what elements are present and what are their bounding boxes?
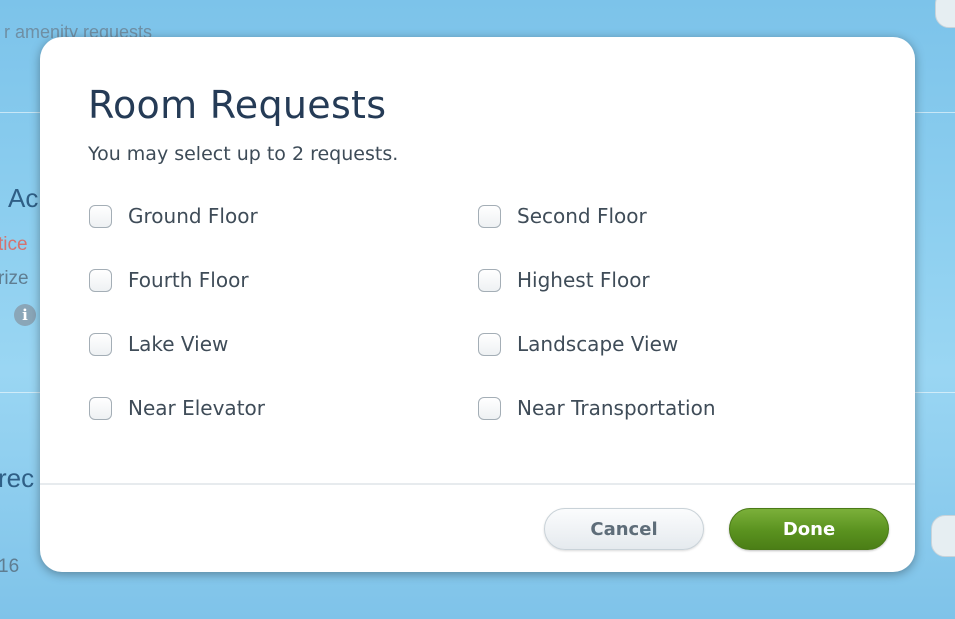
background-button	[931, 515, 955, 557]
option-label: Near Elevator	[128, 396, 265, 420]
background-number: 16	[0, 556, 20, 577]
checkbox[interactable]	[478, 268, 501, 292]
option-label: Fourth Floor	[128, 268, 249, 292]
dialog-subtitle: You may select up to 2 requests.	[88, 143, 399, 165]
cancel-button[interactable]: Cancel	[544, 508, 704, 550]
checkbox[interactable]	[478, 332, 501, 356]
option-landscape-view[interactable]: Landscape View	[478, 332, 678, 356]
checkbox[interactable]	[89, 332, 112, 356]
background-dot: .	[0, 300, 1, 322]
info-icon: i	[14, 304, 36, 326]
option-label: Lake View	[128, 332, 229, 356]
option-near-transportation[interactable]: Near Transportation	[478, 396, 716, 420]
background-section-title-2: rec	[0, 463, 35, 493]
footer-divider	[40, 483, 915, 485]
checkbox[interactable]	[478, 396, 501, 420]
option-ground-floor[interactable]: Ground Floor	[89, 204, 258, 228]
background-notice: tice	[0, 234, 28, 255]
checkbox[interactable]	[89, 268, 112, 292]
background-text: rize	[0, 268, 29, 289]
background-button-top	[935, 0, 955, 28]
option-label: Near Transportation	[517, 396, 716, 420]
option-near-elevator[interactable]: Near Elevator	[89, 396, 265, 420]
option-second-floor[interactable]: Second Floor	[478, 204, 647, 228]
room-requests-dialog: Room Requests You may select up to 2 req…	[40, 37, 915, 572]
dialog-title: Room Requests	[88, 83, 387, 127]
option-label: Highest Floor	[517, 268, 650, 292]
done-button[interactable]: Done	[729, 508, 889, 550]
option-label: Landscape View	[517, 332, 679, 356]
option-fourth-floor[interactable]: Fourth Floor	[89, 268, 249, 292]
checkbox[interactable]	[89, 396, 112, 420]
option-lake-view[interactable]: Lake View	[89, 332, 228, 356]
option-label: Ground Floor	[128, 204, 258, 228]
option-label: Second Floor	[517, 204, 647, 228]
background-section-title: Ac	[8, 183, 39, 213]
checkbox[interactable]	[89, 204, 112, 228]
option-highest-floor[interactable]: Highest Floor	[478, 268, 650, 292]
checkbox[interactable]	[478, 204, 501, 228]
